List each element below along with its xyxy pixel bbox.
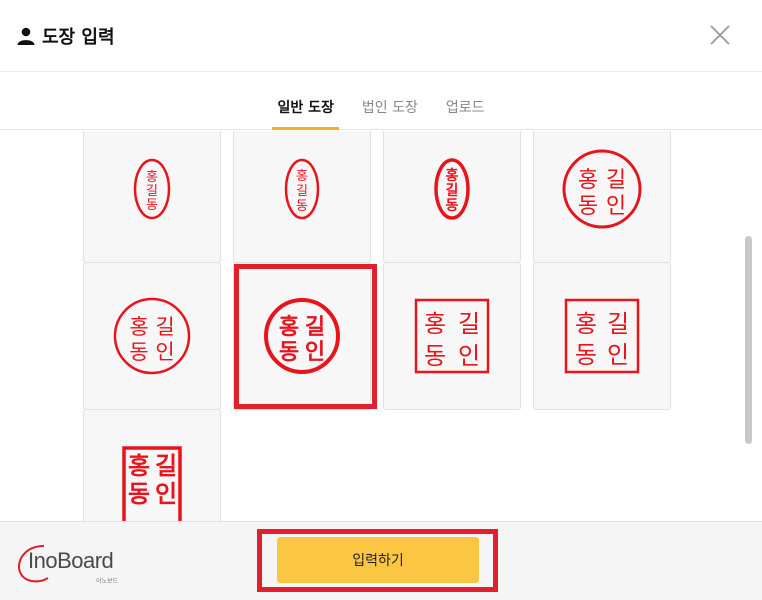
stamp-char: 인 — [458, 342, 480, 370]
stamp-oval-regular: 홍 길 동 — [284, 158, 320, 220]
stamp-char: 홍 — [128, 452, 150, 480]
close-icon[interactable] — [706, 21, 734, 49]
stamp-char: 인 — [607, 341, 629, 369]
stamp-square-seal-script: 홍 길 동 인 — [414, 298, 490, 374]
stamp-char: 동 — [129, 340, 148, 364]
stamp-char: 길 — [446, 183, 459, 199]
logo-subtext: 이노보드 — [96, 578, 119, 585]
tab-general-stamp[interactable]: 일반 도장 — [272, 97, 340, 130]
person-icon — [17, 27, 35, 45]
stamp-char: 동 — [296, 199, 308, 214]
stamp-square-regular: 홍 길 동 인 — [564, 298, 640, 374]
stamp-char: 길 — [155, 452, 177, 480]
stamp-char: 인 — [155, 480, 177, 508]
stamp-square-bold: 홍 길 동 인 — [122, 446, 182, 521]
stamp-char: 홍 — [575, 310, 597, 338]
stamp-char: 길 — [458, 310, 480, 338]
stamp-char: 홍 — [424, 310, 446, 338]
stamp-char: 인 — [155, 340, 174, 364]
stamp-char: 동 — [578, 194, 598, 219]
stamp-oval-seal-script: 홍 길 동 — [133, 158, 171, 220]
stamp-char: 홍 — [446, 167, 459, 184]
stamp-char: 동 — [446, 198, 459, 214]
tab-upload[interactable]: 업로드 — [446, 97, 485, 129]
stamp-option-8[interactable]: 홍 길 동 인 — [533, 262, 671, 410]
stamp-option-7[interactable]: 홍 길 동 인 — [383, 262, 521, 410]
stamp-char: 동 — [424, 342, 446, 370]
stamp-char: 동 — [128, 480, 150, 508]
stamp-option-2[interactable]: 홍 길 동 — [233, 131, 371, 263]
stamp-char: 홍 — [279, 315, 299, 340]
modal-title-text: 도장 입력 — [42, 26, 115, 48]
stamp-char: 동 — [575, 341, 597, 369]
stamp-char: 길 — [607, 310, 629, 338]
stamp-char: 길 — [305, 315, 325, 340]
stamp-char: 동 — [279, 340, 299, 365]
tab-corporate-stamp[interactable]: 법인 도장 — [362, 97, 418, 129]
logo-text: InoBoard — [28, 548, 114, 573]
stamp-list[interactable]: 홍 길 동 홍 길 동 홍 길 동 홍 길 동 인 홍 길 동 인 홍 길 동 … — [0, 131, 762, 521]
stamp-char: 홍 — [129, 315, 148, 339]
stamp-tabs: 일반 도장 법인 도장 업로드 — [0, 72, 762, 130]
inoboard-logo: InoBoard 이노보드 — [14, 538, 144, 588]
modal-title: 도장 입력 — [16, 23, 115, 49]
stamp-option-3[interactable]: 홍 길 동 — [383, 131, 521, 263]
stamp-round-seal-script: 홍 길 동 인 — [562, 149, 642, 229]
submit-button[interactable]: 입력하기 — [277, 537, 479, 583]
stamp-char: 홍 — [296, 169, 308, 184]
stamp-char: 길 — [296, 184, 308, 199]
stamp-char: 길 — [146, 184, 158, 199]
stamp-round-regular: 홍 길 동 인 — [113, 297, 191, 375]
stamp-char: 길 — [606, 168, 626, 193]
stamp-char: 길 — [155, 315, 174, 339]
stamp-char: 동 — [146, 198, 158, 213]
stamp-char: 인 — [305, 340, 325, 365]
stamp-char: 홍 — [146, 170, 158, 185]
stamp-char: 인 — [606, 194, 626, 219]
stamp-option-6[interactable]: 홍 길 동 인 — [233, 262, 371, 410]
modal-header: 도장 입력 — [0, 0, 762, 72]
stamp-option-5[interactable]: 홍 길 동 인 — [83, 262, 221, 410]
stamp-list-scrollbar[interactable] — [745, 236, 752, 444]
stamp-option-4[interactable]: 홍 길 동 인 — [533, 131, 671, 263]
stamp-oval-bold: 홍 길 동 — [434, 158, 470, 220]
stamp-char: 홍 — [578, 168, 598, 193]
stamp-option-1[interactable]: 홍 길 동 — [83, 131, 221, 263]
stamp-option-9[interactable]: 홍 길 동 인 — [83, 409, 221, 521]
stamp-round-bold: 홍 길 동 인 — [264, 298, 340, 374]
